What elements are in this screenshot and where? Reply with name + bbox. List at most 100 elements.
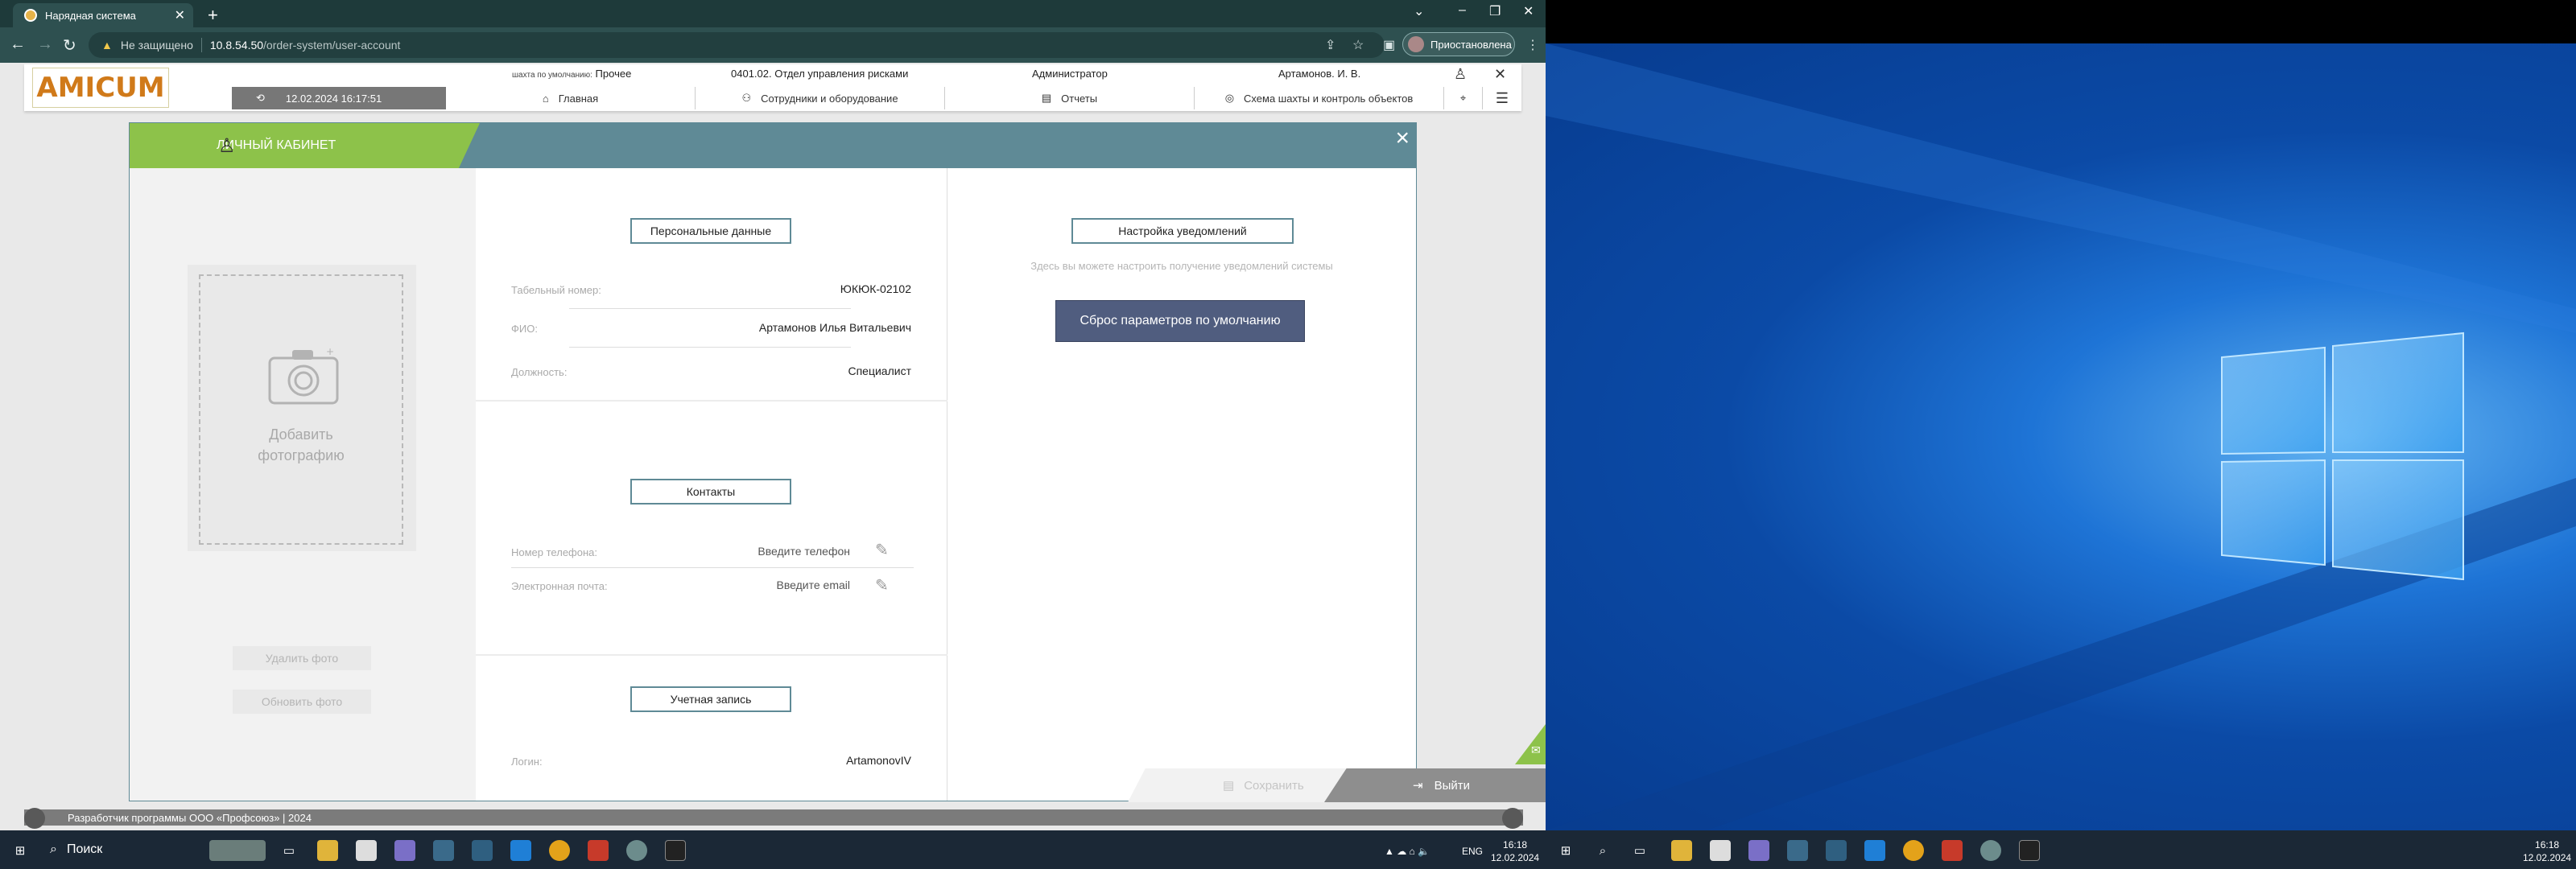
back-icon[interactable]: ← — [10, 35, 26, 54]
modal-close-icon[interactable]: × — [1395, 125, 1410, 152]
terminal-icon[interactable] — [665, 840, 686, 861]
app-icon[interactable] — [1787, 840, 1808, 861]
clock-date: 12.02.2024 — [2523, 852, 2572, 863]
workers-icon: ⚇ — [741, 92, 752, 104]
clock[interactable]: 16:18 12.02.2024 — [1491, 838, 1539, 864]
windows-start-icon[interactable]: ⊞ — [1555, 840, 1576, 861]
exit-button[interactable]: ⇥ Выйти — [1324, 768, 1546, 802]
tab-strip — [0, 0, 1546, 27]
update-photo-button[interactable]: Обновить фото — [233, 690, 371, 714]
close-window-icon[interactable]: ✕ — [1523, 3, 1534, 19]
windows-start-icon[interactable]: ⊞ — [10, 840, 31, 861]
clock-secondary[interactable]: 16:18 12.02.2024 — [2523, 838, 2571, 864]
mail-tab[interactable] — [1515, 724, 1546, 764]
edit-phone-pencil-icon[interactable]: ✎ — [875, 540, 889, 560]
report-icon: ▤ — [1041, 92, 1052, 104]
minimize-icon[interactable]: – — [1459, 3, 1466, 18]
nav-mine-scheme[interactable]: ◎ Схема шахты и контроль объектов — [1195, 87, 1444, 109]
vscode-icon[interactable] — [1864, 840, 1885, 861]
chrome-icon[interactable] — [1903, 840, 1924, 861]
app-icon[interactable] — [1942, 840, 1963, 861]
search-icon: ⌕ — [50, 842, 57, 856]
nav-label: Отчеты — [1061, 92, 1098, 105]
mine-selector[interactable]: шахта по умолчанию: Прочее — [512, 68, 631, 80]
email-input[interactable]: Введите email — [777, 579, 850, 591]
pin-icon[interactable]: ⌖ — [1444, 87, 1483, 109]
address-bar[interactable]: ▲ Не защищено 10.8.54.50/order-system/us… — [89, 32, 1385, 58]
app-icon[interactable] — [472, 840, 493, 861]
home-icon: ⌂ — [542, 92, 549, 105]
app-icon[interactable] — [394, 840, 415, 861]
hamburger-icon[interactable]: ☰ — [1483, 87, 1521, 109]
tab-number-value: ЮКЮК-02102 — [840, 282, 911, 295]
explorer-icon[interactable] — [1671, 840, 1692, 861]
vscode-icon[interactable] — [510, 840, 531, 861]
delete-photo-button[interactable]: Удалить фото — [233, 646, 371, 670]
nav-label: Сотрудники и оборудование — [761, 92, 898, 105]
news-widget-icon[interactable] — [209, 840, 266, 861]
notepad-icon[interactable] — [356, 840, 377, 861]
app-icon[interactable] — [1748, 840, 1769, 861]
exit-label: Выйти — [1434, 778, 1470, 793]
chrome-icon[interactable] — [549, 840, 570, 861]
department[interactable]: 0401.02. Отдел управления рисками — [731, 68, 908, 80]
phone-input[interactable]: Введите телефон — [758, 545, 850, 558]
photo-dropzone[interactable] — [199, 274, 403, 545]
tab-close-icon[interactable]: ✕ — [175, 7, 185, 23]
edit-email-pencil-icon[interactable]: ✎ — [875, 575, 889, 595]
task-view-icon[interactable]: ▭ — [279, 840, 299, 861]
tray-icons[interactable]: ▲ ☁ ⌂ 🔈 — [1385, 845, 1430, 858]
language-indicator[interactable]: ENG — [1462, 845, 1483, 858]
mail-icon[interactable]: ✉ — [1531, 743, 1541, 757]
section-separator — [476, 400, 947, 402]
account-header: Учетная запись — [630, 686, 791, 712]
tab-number-label: Табельный номер: — [511, 284, 601, 296]
forward-icon[interactable]: → — [37, 35, 53, 54]
history-icon[interactable]: ⟲ — [256, 92, 265, 105]
chrome-profile-icon[interactable] — [1980, 840, 2001, 861]
save-button[interactable]: ▤ Сохранить — [1128, 768, 1347, 802]
login-label: Логин: — [511, 756, 543, 768]
sidepanel-icon[interactable]: ▣ — [1383, 37, 1395, 53]
add-photo-line1: Добавить — [269, 426, 333, 443]
nav-reports[interactable]: ▤ Отчеты — [945, 87, 1195, 109]
new-tab-button[interactable]: + — [208, 5, 218, 26]
fio-label: ФИО: — [511, 323, 538, 335]
logo[interactable]: AMICUM — [32, 68, 169, 108]
divider — [511, 567, 914, 568]
task-view-icon[interactable]: ▭ — [1629, 840, 1650, 861]
add-photo-text[interactable]: Добавить фотографию — [199, 424, 403, 466]
user-icon[interactable]: ♙ — [1454, 66, 1467, 83]
terminal-icon[interactable] — [2019, 840, 2040, 861]
nav-workers[interactable]: ⚇ Сотрудники и оборудование — [696, 87, 945, 109]
personal-data-header: Персональные данные — [630, 218, 791, 244]
windows-logo-wallpaper — [1546, 43, 2576, 830]
restore-icon[interactable]: ❐ — [1489, 3, 1501, 19]
mine-scheme-icon: ◎ — [1224, 92, 1235, 104]
save-label: Сохранить — [1244, 778, 1304, 793]
profile-button[interactable]: Приостановлена — [1402, 32, 1515, 56]
share-icon[interactable]: ⇪ — [1325, 37, 1335, 53]
notifications-header: Настройка уведомлений — [1071, 218, 1294, 244]
clock-date: 12.02.2024 — [1491, 852, 1540, 863]
url-host: 10.8.54.50 — [209, 39, 264, 51]
close-app-icon[interactable]: ✕ — [1494, 66, 1506, 83]
app-icon[interactable] — [588, 840, 609, 861]
url-path: /order-system/user-account — [263, 39, 401, 51]
app-icon[interactable] — [433, 840, 454, 861]
browser-tab[interactable]: Нарядная система ✕ — [13, 3, 193, 27]
nav-home[interactable]: ⌂ Главная — [446, 87, 696, 109]
menu-dots-icon[interactable]: ⋮ — [1526, 37, 1539, 53]
notepad-icon[interactable] — [1710, 840, 1731, 861]
explorer-icon[interactable] — [317, 840, 338, 861]
reload-icon[interactable]: ↻ — [63, 35, 76, 56]
taskbar-search[interactable]: ⌕ Поиск — [39, 830, 175, 869]
reset-defaults-button[interactable]: Сброс параметров по умолчанию — [1055, 300, 1305, 342]
tab-search-chevron-icon[interactable]: ⌄ — [1414, 3, 1424, 19]
search-icon[interactable]: ⌕ — [1592, 840, 1613, 861]
mine-value: Прочее — [595, 68, 632, 80]
chrome-profile-icon[interactable] — [626, 840, 647, 861]
app-icon[interactable] — [1826, 840, 1847, 861]
bookmark-star-icon[interactable]: ☆ — [1352, 37, 1364, 53]
camera-icon: + — [268, 347, 339, 405]
